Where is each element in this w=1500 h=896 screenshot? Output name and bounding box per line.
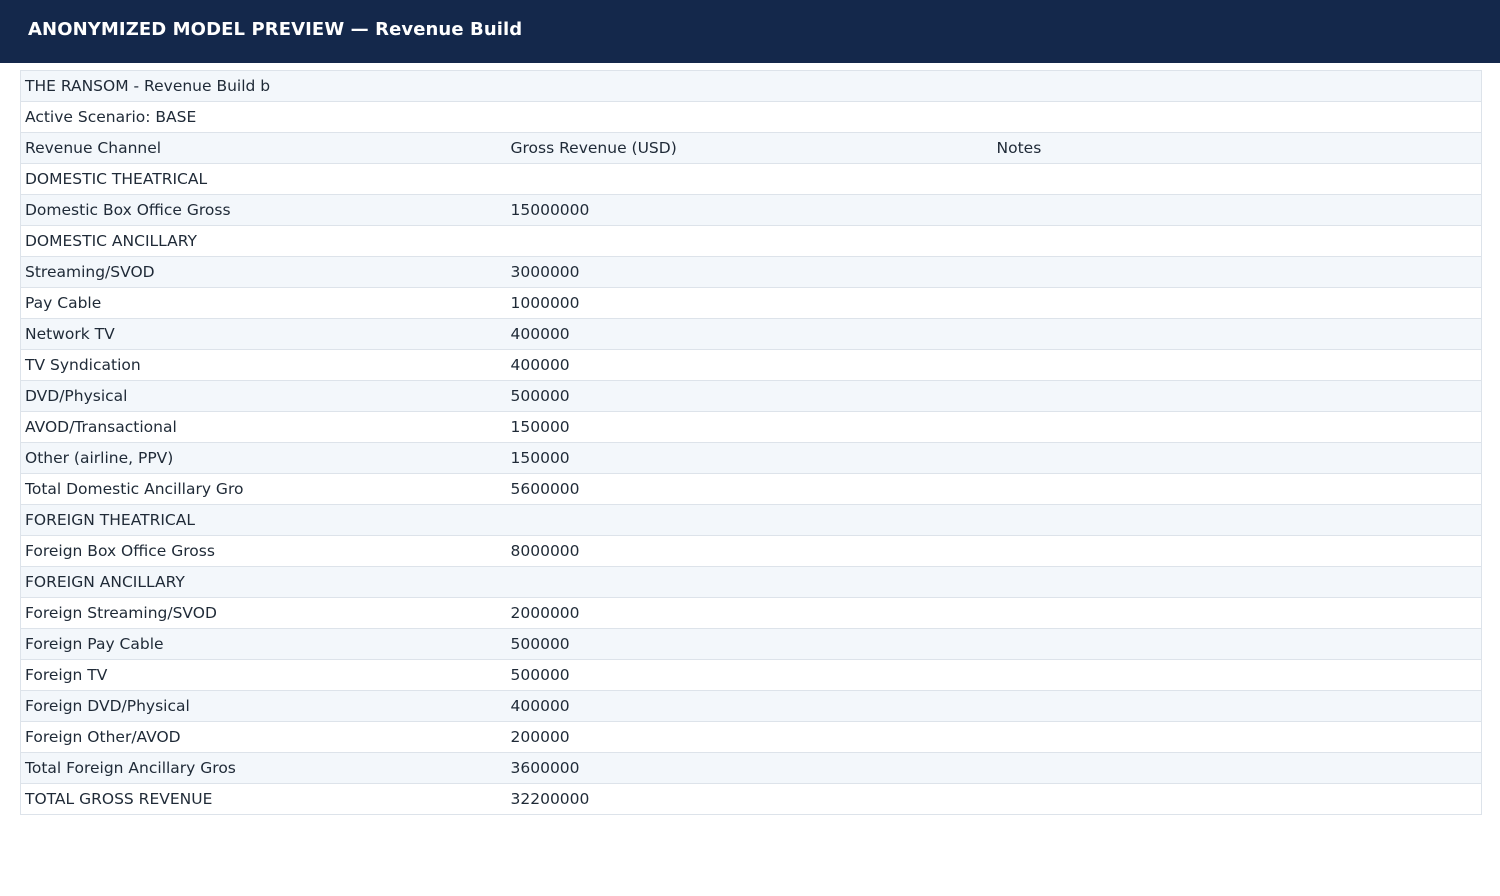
notes-cell[interactable] xyxy=(992,256,1482,288)
table-row: FOREIGN THEATRICAL xyxy=(20,504,1482,536)
channel-cell[interactable]: DOMESTIC ANCILLARY xyxy=(20,225,507,257)
channel-cell[interactable]: Foreign Box Office Gross xyxy=(20,535,507,567)
table-row: FOREIGN ANCILLARY xyxy=(20,566,1482,598)
gross-revenue-cell[interactable]: 500000 xyxy=(506,380,993,412)
gross-revenue-cell[interactable]: 32200000 xyxy=(506,783,993,815)
notes-cell[interactable] xyxy=(992,566,1482,598)
sheet-title-cell[interactable]: THE RANSOM - Revenue Build b xyxy=(20,70,507,102)
empty-cell[interactable] xyxy=(992,70,1482,102)
table-row: Network TV 400000 xyxy=(20,318,1482,350)
channel-cell[interactable]: DVD/Physical xyxy=(20,380,507,412)
channel-cell[interactable]: TV Syndication xyxy=(20,349,507,381)
gross-revenue-cell[interactable]: 150000 xyxy=(506,442,993,474)
table-row: Other (airline, PPV) 150000 xyxy=(20,442,1482,474)
notes-cell[interactable] xyxy=(992,318,1482,350)
channel-cell[interactable]: Foreign Other/AVOD xyxy=(20,721,507,753)
channel-cell[interactable]: Total Domestic Ancillary Gro xyxy=(20,473,507,505)
notes-cell[interactable] xyxy=(992,597,1482,629)
scenario-row: Active Scenario: BASE xyxy=(20,101,1482,133)
app-header: ANONYMIZED MODEL PREVIEW — Revenue Build xyxy=(0,0,1500,63)
gross-revenue-cell[interactable]: 15000000 xyxy=(506,194,993,226)
gross-revenue-cell[interactable]: 8000000 xyxy=(506,535,993,567)
table-row: AVOD/Transactional 150000 xyxy=(20,411,1482,443)
table-row: Foreign Pay Cable 500000 xyxy=(20,628,1482,660)
notes-cell[interactable] xyxy=(992,628,1482,660)
channel-cell[interactable]: Foreign TV xyxy=(20,659,507,691)
notes-cell[interactable] xyxy=(992,194,1482,226)
sheet-title-row: THE RANSOM - Revenue Build b xyxy=(20,70,1482,102)
table-row: TV Syndication 400000 xyxy=(20,349,1482,381)
channel-cell[interactable]: Streaming/SVOD xyxy=(20,256,507,288)
gross-revenue-cell[interactable]: 3600000 xyxy=(506,752,993,784)
gross-revenue-cell[interactable] xyxy=(506,566,993,598)
channel-cell[interactable]: AVOD/Transactional xyxy=(20,411,507,443)
revenue-table: THE RANSOM - Revenue Build b Active Scen… xyxy=(20,70,1482,815)
channel-cell[interactable]: Other (airline, PPV) xyxy=(20,442,507,474)
empty-cell[interactable] xyxy=(506,70,993,102)
table-row: DOMESTIC THEATRICAL xyxy=(20,163,1482,195)
gross-revenue-cell[interactable]: 3000000 xyxy=(506,256,993,288)
notes-cell[interactable] xyxy=(992,690,1482,722)
gross-revenue-cell[interactable]: 150000 xyxy=(506,411,993,443)
channel-cell[interactable]: Total Foreign Ancillary Gros xyxy=(20,752,507,784)
table-row: Foreign Streaming/SVOD 2000000 xyxy=(20,597,1482,629)
gross-revenue-cell[interactable] xyxy=(506,225,993,257)
table-row: Total Foreign Ancillary Gros 3600000 xyxy=(20,752,1482,784)
table-row: Foreign TV 500000 xyxy=(20,659,1482,691)
channel-cell[interactable]: TOTAL GROSS REVENUE xyxy=(20,783,507,815)
notes-cell[interactable] xyxy=(992,163,1482,195)
gross-revenue-cell[interactable]: 400000 xyxy=(506,690,993,722)
column-header-channel[interactable]: Revenue Channel xyxy=(20,132,507,164)
channel-cell[interactable]: Foreign Pay Cable xyxy=(20,628,507,660)
gross-revenue-cell[interactable]: 200000 xyxy=(506,721,993,753)
table-row: Foreign DVD/Physical 400000 xyxy=(20,690,1482,722)
column-header-row: Revenue Channel Gross Revenue (USD) Note… xyxy=(20,132,1482,164)
notes-cell[interactable] xyxy=(992,442,1482,474)
scenario-cell[interactable]: Active Scenario: BASE xyxy=(20,101,507,133)
notes-cell[interactable] xyxy=(992,225,1482,257)
notes-cell[interactable] xyxy=(992,752,1482,784)
empty-cell[interactable] xyxy=(506,101,993,133)
gross-revenue-cell[interactable]: 1000000 xyxy=(506,287,993,319)
table-row: Pay Cable 1000000 xyxy=(20,287,1482,319)
gross-revenue-cell[interactable]: 5600000 xyxy=(506,473,993,505)
notes-cell[interactable] xyxy=(992,504,1482,536)
notes-cell[interactable] xyxy=(992,411,1482,443)
gross-revenue-cell[interactable]: 400000 xyxy=(506,318,993,350)
channel-cell[interactable]: Pay Cable xyxy=(20,287,507,319)
channel-cell[interactable]: FOREIGN ANCILLARY xyxy=(20,566,507,598)
channel-cell[interactable]: FOREIGN THEATRICAL xyxy=(20,504,507,536)
channel-cell[interactable]: Foreign Streaming/SVOD xyxy=(20,597,507,629)
gross-revenue-cell[interactable]: 400000 xyxy=(506,349,993,381)
channel-cell[interactable]: Network TV xyxy=(20,318,507,350)
gross-revenue-cell[interactable] xyxy=(506,163,993,195)
table-row: Domestic Box Office Gross 15000000 xyxy=(20,194,1482,226)
gross-revenue-cell[interactable]: 500000 xyxy=(506,628,993,660)
table-row: TOTAL GROSS REVENUE 32200000 xyxy=(20,783,1482,815)
notes-cell[interactable] xyxy=(992,349,1482,381)
notes-cell[interactable] xyxy=(992,721,1482,753)
table-row: Streaming/SVOD 3000000 xyxy=(20,256,1482,288)
column-header-gross-revenue[interactable]: Gross Revenue (USD) xyxy=(506,132,993,164)
notes-cell[interactable] xyxy=(992,783,1482,815)
gross-revenue-cell[interactable]: 500000 xyxy=(506,659,993,691)
notes-cell[interactable] xyxy=(992,380,1482,412)
notes-cell[interactable] xyxy=(992,287,1482,319)
column-header-notes[interactable]: Notes xyxy=(992,132,1482,164)
empty-cell[interactable] xyxy=(992,101,1482,133)
gross-revenue-cell[interactable]: 2000000 xyxy=(506,597,993,629)
table-row: Foreign Other/AVOD 200000 xyxy=(20,721,1482,753)
table-row: DVD/Physical 500000 xyxy=(20,380,1482,412)
notes-cell[interactable] xyxy=(992,659,1482,691)
channel-cell[interactable]: DOMESTIC THEATRICAL xyxy=(20,163,507,195)
page-title: ANONYMIZED MODEL PREVIEW — Revenue Build xyxy=(28,19,523,40)
table-row: DOMESTIC ANCILLARY xyxy=(20,225,1482,257)
notes-cell[interactable] xyxy=(992,535,1482,567)
channel-cell[interactable]: Domestic Box Office Gross xyxy=(20,194,507,226)
gross-revenue-cell[interactable] xyxy=(506,504,993,536)
channel-cell[interactable]: Foreign DVD/Physical xyxy=(20,690,507,722)
table-row: Total Domestic Ancillary Gro 5600000 xyxy=(20,473,1482,505)
notes-cell[interactable] xyxy=(992,473,1482,505)
table-row: Foreign Box Office Gross 8000000 xyxy=(20,535,1482,567)
